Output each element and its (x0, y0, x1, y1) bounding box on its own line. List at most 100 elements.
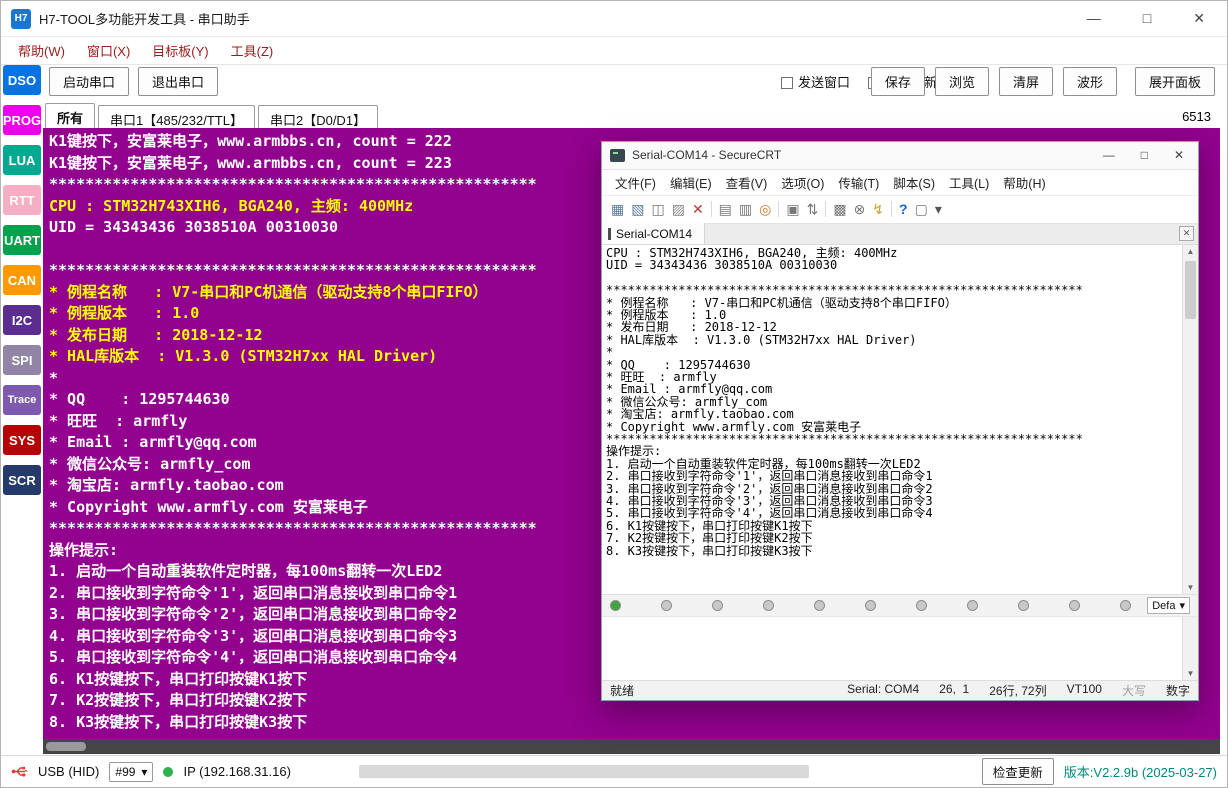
find-icon[interactable]: ◎ (759, 202, 771, 216)
menu-window[interactable]: 窗口(X) (78, 38, 139, 63)
paste-icon[interactable]: ▥ (739, 202, 752, 216)
session-indicator[interactable] (1069, 600, 1081, 612)
scroll-up-icon[interactable]: ▲ (1183, 245, 1198, 259)
crt-status-size: 26行, 72列 (989, 684, 1047, 699)
transfer-icon[interactable]: ⇅ (807, 202, 819, 216)
menu-tools[interactable]: 工具(Z) (222, 38, 283, 63)
scroll-down-icon[interactable]: ▼ (1183, 580, 1198, 594)
byte-counter: 6513 (1182, 109, 1211, 124)
sidebar-item-scr[interactable]: SCR (3, 465, 41, 495)
ip-status-dot-icon (163, 766, 174, 777)
sidebar-item-i2c[interactable]: I2C (3, 305, 41, 335)
options-icon[interactable]: ⊗ (854, 202, 866, 216)
save-button[interactable]: 保存 (870, 67, 925, 96)
session-indicator[interactable] (814, 600, 826, 612)
sidebar-item-can[interactable]: CAN (3, 265, 41, 295)
minimize-button[interactable]: — (1087, 10, 1101, 27)
check-update-button[interactable]: 检查更新 (981, 758, 1054, 785)
maximize-button[interactable]: □ (1143, 10, 1151, 27)
help-icon[interactable]: ? (899, 202, 908, 216)
sidebar-item-uart[interactable]: UART (3, 225, 41, 255)
sidebar-item-dso[interactable]: DSO (3, 65, 41, 95)
session-indicator[interactable] (1120, 600, 1132, 612)
securecrt-window: Serial-COM14 - SecureCRT — □ ✕ 文件(F) 编辑(… (601, 141, 1199, 701)
crt-status-num: 数字 (1165, 684, 1190, 699)
crt-menu-view[interactable]: 查看(V) (719, 170, 775, 195)
terminal-line: ****************************************… (606, 432, 1083, 446)
close-button[interactable]: ✕ (1193, 10, 1205, 27)
session-indicator[interactable] (763, 600, 775, 612)
expand-panel-button[interactable]: 展开面板 (1134, 67, 1215, 96)
crt-scrollbar-thumb[interactable] (1185, 260, 1196, 319)
crt-title-bar[interactable]: Serial-COM14 - SecureCRT — □ ✕ (602, 142, 1198, 170)
crt-tab-close-button[interactable]: ✕ (1179, 226, 1194, 242)
scrollbar-thumb[interactable] (46, 742, 86, 751)
start-serial-button[interactable]: 启动串口 (49, 67, 130, 96)
app-title: H7-TOOL多功能开发工具 - 串口助手 (39, 12, 250, 27)
clone-session-icon[interactable]: ◫ (651, 202, 664, 216)
session-indicator[interactable] (967, 600, 979, 612)
crt-menu-script[interactable]: 脚本(S) (886, 170, 942, 195)
reconnect-icon[interactable]: ▨ (672, 202, 685, 216)
session-status-indicator (608, 227, 611, 240)
sidebar-item-prog[interactable]: PROG (3, 105, 41, 135)
copy-icon[interactable]: ▤ (719, 202, 732, 216)
exit-serial-button[interactable]: 退出串口 (138, 67, 219, 96)
crt-status-ready: 就绪 (610, 684, 635, 699)
horizontal-scrollbar[interactable] (43, 739, 1220, 754)
crt-vertical-scrollbar[interactable]: ▲ ▼ (1182, 244, 1198, 595)
crt-session-dropdown[interactable]: Defa ▾ (1147, 597, 1190, 615)
version-text: 版本:V2.2.9b (2025-03-27) (1063, 765, 1217, 780)
sidebar-item-sys[interactable]: SYS (3, 425, 41, 455)
crt-status-bar: 就绪 Serial: COM4 26, 1 26行, 72列 VT100 大写 … (602, 680, 1198, 701)
crt-menu-tools[interactable]: 工具(L) (942, 170, 996, 195)
crt-minimize-button[interactable]: — (1103, 148, 1115, 162)
waveform-button[interactable]: 波形 (1062, 67, 1117, 96)
terminal-line: 7. K2按键按下，串口打印按键K2按下 (606, 531, 813, 546)
crt-menu-transfer[interactable]: 传输(T) (831, 170, 886, 195)
connect-icon[interactable]: ▦ (611, 202, 624, 216)
crt-command-scrollbar[interactable]: ▼ (1182, 617, 1198, 681)
session-indicator-active[interactable] (610, 600, 621, 612)
crt-menu-help[interactable]: 帮助(H) (996, 170, 1052, 195)
send-window-checkbox[interactable]: 发送窗口 (781, 72, 850, 91)
crt-session-dropdown-value: Defa (1152, 599, 1176, 612)
session-indicator[interactable] (661, 600, 673, 612)
sidebar-item-lua[interactable]: LUA (3, 145, 41, 175)
menu-help[interactable]: 帮助(W) (9, 38, 74, 63)
sidebar-item-spi[interactable]: SPI (3, 345, 41, 375)
toolbar-separator (825, 201, 827, 218)
crt-terminal: CPU : STM32H743XIH6, BGA240, 主频: 400MHz U… (602, 244, 1198, 595)
session-indicator[interactable] (916, 600, 928, 612)
crt-session-tab-label: Serial-COM14 (616, 226, 693, 241)
session-indicator[interactable] (712, 600, 724, 612)
channel-value: #99 (115, 764, 136, 779)
crt-maximize-button[interactable]: □ (1141, 148, 1148, 162)
crt-menu-options[interactable]: 选项(O) (774, 170, 831, 195)
disconnect-icon[interactable]: ✕ (692, 202, 704, 216)
crt-tab-bar: Serial-COM14 ✕ (602, 223, 1198, 245)
print-icon[interactable]: ▣ (786, 202, 799, 216)
sidebar-item-rtt[interactable]: RTT (3, 185, 41, 215)
crt-close-button[interactable]: ✕ (1174, 148, 1184, 162)
lightning-icon[interactable]: ↯ (872, 202, 884, 216)
session-indicator[interactable] (1018, 600, 1030, 612)
properties-icon[interactable]: ▩ (833, 202, 846, 216)
scroll-down-icon[interactable]: ▼ (1183, 666, 1198, 680)
window-controls: — □ ✕ (1087, 10, 1217, 27)
crt-status-cursor: 26, 1 (939, 682, 970, 697)
sidebar-item-trace[interactable]: Trace (3, 385, 41, 415)
crt-menu-edit[interactable]: 编辑(E) (663, 170, 719, 195)
browse-button[interactable]: 浏览 (934, 67, 989, 96)
crt-command-window[interactable]: ▼ (602, 616, 1198, 681)
quick-connect-icon[interactable]: ▧ (631, 202, 644, 216)
grid-icon[interactable]: ▢ (915, 202, 928, 216)
channel-select[interactable]: #99 ▾ (109, 761, 154, 782)
clear-screen-button[interactable]: 清屏 (998, 67, 1053, 96)
menu-target-board[interactable]: 目标板(Y) (143, 38, 217, 63)
session-indicator[interactable] (865, 600, 877, 612)
usb-icon (11, 764, 28, 779)
overflow-chevron-icon[interactable]: ▾ (935, 202, 942, 216)
crt-session-tab[interactable]: Serial-COM14 (602, 223, 706, 245)
crt-menu-file[interactable]: 文件(F) (608, 170, 663, 195)
